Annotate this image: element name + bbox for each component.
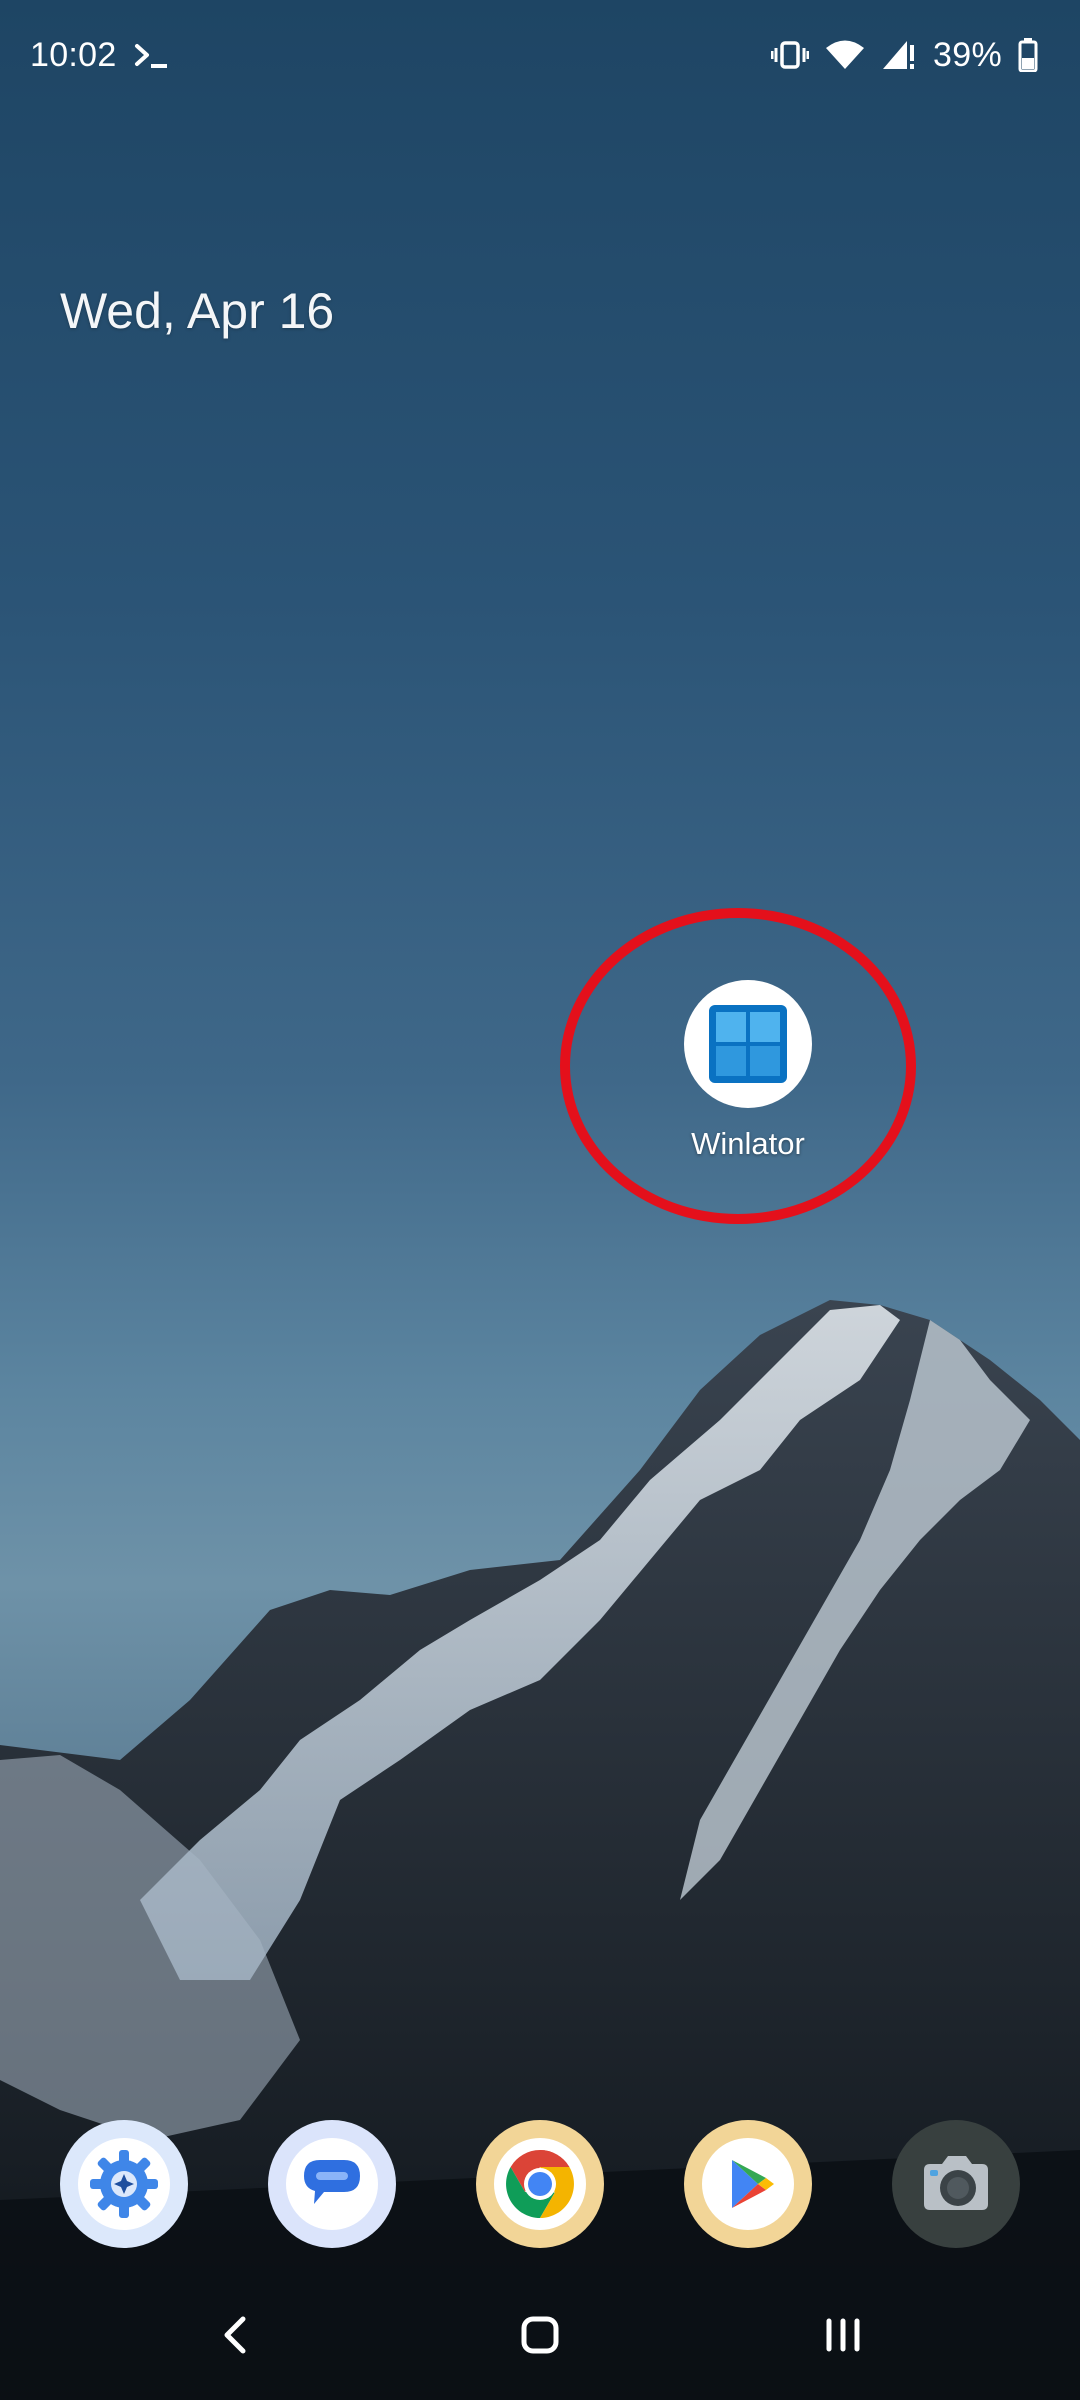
app-label: Winlator [691, 1126, 805, 1161]
status-left: 10:02 [30, 36, 173, 75]
wallpaper-mountain [0, 1300, 1080, 2400]
app-winlator[interactable]: Winlator [665, 980, 831, 1162]
status-right: 39% [771, 36, 1038, 75]
dock [0, 2120, 1080, 2250]
settings-gear-icon[interactable] [60, 2120, 188, 2248]
status-bar: 10:02 39% [0, 0, 1080, 110]
battery-percent: 39% [933, 35, 1002, 74]
vibrate-icon [771, 39, 810, 71]
home-icon[interactable] [495, 2290, 585, 2380]
camera-icon[interactable] [892, 2120, 1020, 2248]
terminal-icon [133, 40, 173, 70]
chrome-icon[interactable] [476, 2120, 604, 2248]
clock: 10:02 [30, 35, 117, 74]
date-widget[interactable]: Wed, Apr 16 [60, 282, 334, 340]
wifi-icon [825, 39, 865, 71]
back-icon[interactable] [190, 2290, 280, 2380]
battery-icon [1018, 38, 1038, 72]
recents-icon[interactable] [798, 2290, 888, 2380]
winlator-windows-icon[interactable] [684, 980, 812, 1108]
messages-icon[interactable] [268, 2120, 396, 2248]
play-store-icon[interactable] [684, 2120, 812, 2248]
navigation-bar [0, 2270, 1080, 2400]
cellular-signal-icon [881, 39, 917, 71]
